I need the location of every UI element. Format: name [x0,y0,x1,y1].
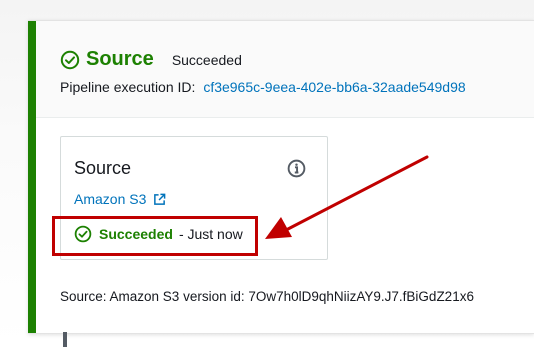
check-circle-icon [60,50,80,69]
annotation-highlight-box [52,216,258,256]
execution-id-link[interactable]: cf3e965c-9eea-402e-bb6a-32aade549d98 [203,79,465,95]
stage-name: Source [86,48,154,70]
stage-status-text: Succeeded [171,51,242,68]
pipeline-execution-row: Pipeline execution ID: cf3e965c-9eea-402… [60,79,466,95]
action-name: Source [74,158,132,178]
stage-header: Source Succeeded Pipeline execution ID: … [36,21,534,118]
execution-id-label: Pipeline execution ID: [60,79,196,95]
stage-connector-line [63,332,67,347]
provider-link-text: Amazon S3 [74,191,147,207]
provider-link[interactable]: Amazon S3 [74,191,166,207]
info-icon[interactable] [287,159,306,178]
stage-status-bar [28,21,36,333]
external-link-icon [154,193,166,205]
source-revision-text: Source: Amazon S3 version id: 7Ow7h0lD9q… [60,289,474,304]
stage-title-row: Source Succeeded [60,48,242,71]
